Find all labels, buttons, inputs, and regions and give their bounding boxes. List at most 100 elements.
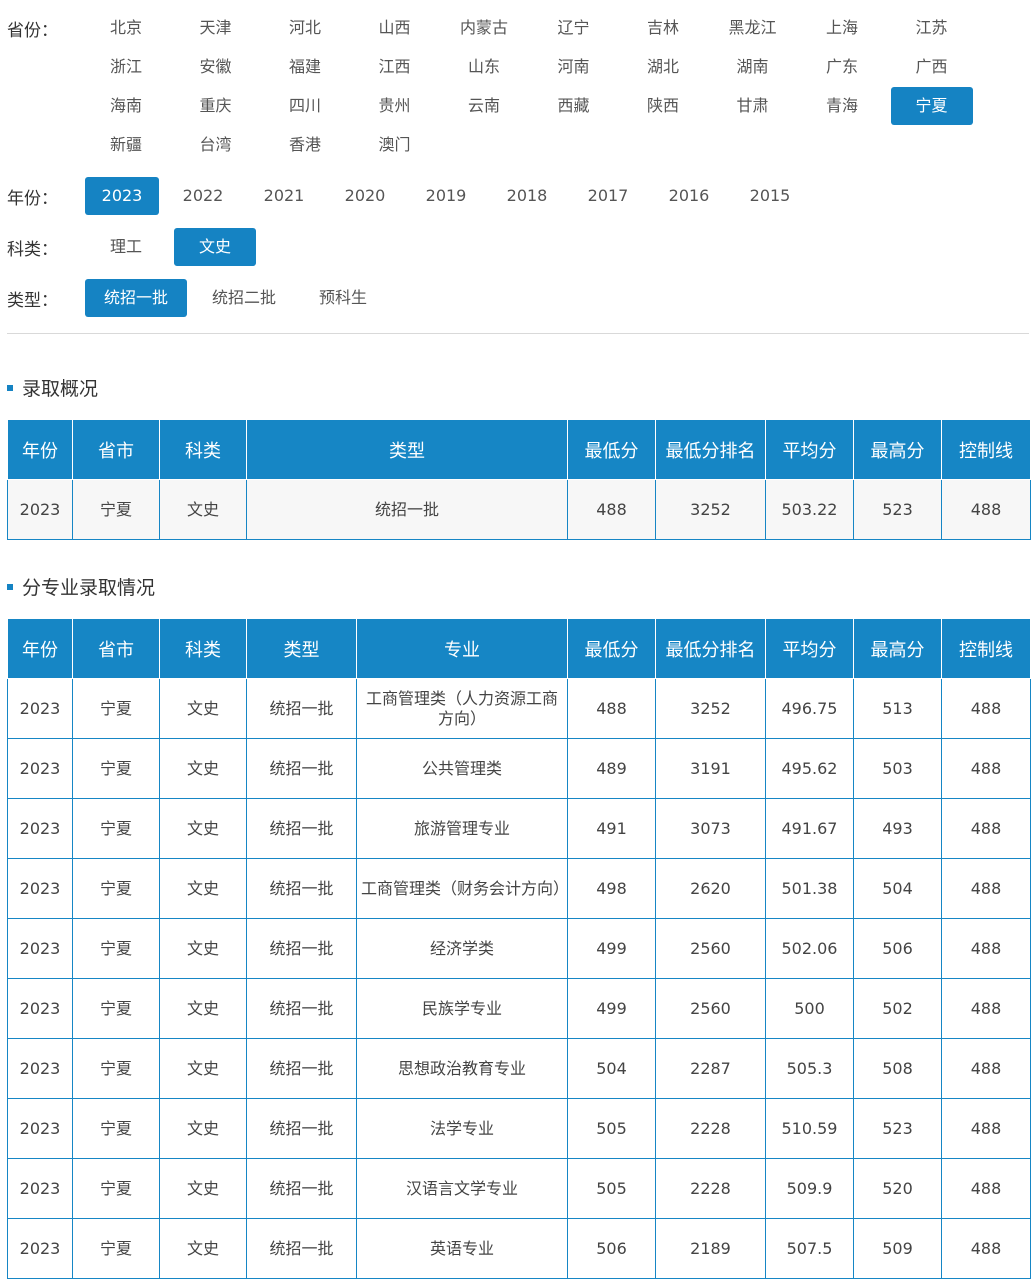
column-header: 年份 bbox=[7, 419, 73, 480]
province-option[interactable]: 西藏 bbox=[533, 87, 615, 125]
province-option[interactable]: 天津 bbox=[175, 9, 257, 47]
year-option[interactable]: 2016 bbox=[652, 177, 726, 215]
province-option[interactable]: 台湾 bbox=[175, 126, 257, 164]
column-header: 平均分 bbox=[765, 419, 854, 480]
summary-header-row: 年份 省市 科类 类型 最低分 最低分排名 平均分 最高分 控制线 bbox=[7, 419, 1031, 480]
batch-option[interactable]: 预科生 bbox=[297, 279, 389, 317]
province-option[interactable]: 湖南 bbox=[712, 48, 794, 86]
table-cell: 统招一批 bbox=[246, 479, 568, 540]
province-option[interactable]: 福建 bbox=[264, 48, 346, 86]
province-option[interactable]: 重庆 bbox=[175, 87, 257, 125]
year-option[interactable]: 2019 bbox=[409, 177, 483, 215]
column-header: 类型 bbox=[246, 419, 568, 480]
province-option[interactable]: 辽宁 bbox=[533, 9, 615, 47]
subject-option[interactable]: 文史 bbox=[174, 228, 256, 266]
province-option[interactable]: 贵州 bbox=[354, 87, 436, 125]
table-cell: 506 bbox=[853, 918, 942, 979]
province-option[interactable]: 海南 bbox=[85, 87, 167, 125]
column-header: 年份 bbox=[7, 618, 73, 679]
table-cell: 505 bbox=[567, 1098, 656, 1159]
province-option[interactable]: 黑龙江 bbox=[712, 9, 794, 47]
province-option[interactable]: 四川 bbox=[264, 87, 346, 125]
province-option[interactable]: 新疆 bbox=[85, 126, 167, 164]
table-cell: 498 bbox=[567, 858, 656, 919]
column-header: 省市 bbox=[72, 419, 160, 480]
table-cell: 宁夏 bbox=[72, 678, 160, 739]
bullet-square-icon bbox=[7, 384, 13, 391]
year-option[interactable]: 2020 bbox=[328, 177, 402, 215]
province-option[interactable]: 陕西 bbox=[622, 87, 704, 125]
table-cell: 488 bbox=[941, 798, 1031, 859]
province-option[interactable]: 吉林 bbox=[622, 9, 704, 47]
summary-section-title: 录取概况 bbox=[7, 374, 98, 401]
table-cell: 统招一批 bbox=[246, 1098, 357, 1159]
province-option[interactable]: 湖北 bbox=[622, 48, 704, 86]
province-option[interactable]: 广东 bbox=[801, 48, 883, 86]
year-option[interactable]: 2015 bbox=[733, 177, 807, 215]
column-header: 控制线 bbox=[941, 419, 1031, 480]
column-header: 专业 bbox=[356, 618, 568, 679]
province-option[interactable]: 宁夏 bbox=[890, 87, 973, 125]
table-cell: 2023 bbox=[7, 978, 73, 1039]
table-cell: 488 bbox=[941, 918, 1031, 979]
table-cell: 499 bbox=[567, 978, 656, 1039]
table-cell: 2023 bbox=[7, 1218, 73, 1279]
table-cell: 2023 bbox=[7, 1038, 73, 1099]
subject-option[interactable]: 理工 bbox=[85, 228, 167, 266]
table-cell: 民族学专业 bbox=[356, 978, 568, 1039]
province-option[interactable]: 江西 bbox=[354, 48, 436, 86]
table-row: 2023 宁夏 文史 统招一批 法学专业 505 2228 510.59 523 488 bbox=[7, 1098, 1031, 1159]
province-option[interactable]: 上海 bbox=[801, 9, 883, 47]
divider bbox=[7, 333, 1029, 334]
table-cell: 503.22 bbox=[765, 479, 854, 540]
table-cell: 502 bbox=[853, 978, 942, 1039]
table-row: 2023 宁夏 文史 统招一批 旅游管理专业 491 3073 491.67 493 488 bbox=[7, 798, 1031, 859]
province-option[interactable]: 浙江 bbox=[85, 48, 167, 86]
year-option[interactable]: 2023 bbox=[85, 177, 159, 215]
table-cell: 文史 bbox=[159, 1038, 247, 1099]
province-option[interactable]: 北京 bbox=[85, 9, 167, 47]
year-option[interactable]: 2021 bbox=[247, 177, 321, 215]
table-cell: 506 bbox=[567, 1218, 656, 1279]
detail-table: 年份 省市 科类 类型 专业 最低分 最低分排名 平均分 最高分 控制线 2023 宁夏 文史 统招一批… bbox=[7, 618, 1031, 1279]
table-row: 2023 宁夏 文史 统招一批 工商管理类（人力资源工商方向） 488 3252 496.75… bbox=[7, 678, 1031, 739]
summary-table: 年份 省市 科类 类型 最低分 最低分排名 平均分 最高分 控制线 2023 宁夏 文史 统招一批 48… bbox=[7, 419, 1031, 540]
province-option[interactable]: 甘肃 bbox=[712, 87, 794, 125]
province-option[interactable]: 云南 bbox=[443, 87, 525, 125]
province-option[interactable]: 香港 bbox=[264, 126, 346, 164]
province-option[interactable]: 山东 bbox=[443, 48, 525, 86]
table-row: 2023 宁夏 文史 统招一批 民族学专业 499 2560 500 502 488 bbox=[7, 978, 1031, 1039]
table-cell: 统招一批 bbox=[246, 918, 357, 979]
year-option[interactable]: 2017 bbox=[571, 177, 645, 215]
batch-option[interactable]: 统招一批 bbox=[85, 279, 187, 317]
table-cell: 2023 bbox=[7, 858, 73, 919]
table-cell: 493 bbox=[853, 798, 942, 859]
table-cell: 488 bbox=[567, 479, 656, 540]
table-cell: 文史 bbox=[159, 918, 247, 979]
table-cell: 2228 bbox=[655, 1158, 766, 1219]
year-option[interactable]: 2018 bbox=[490, 177, 564, 215]
province-option[interactable]: 河南 bbox=[533, 48, 615, 86]
table-cell: 488 bbox=[941, 1158, 1031, 1219]
table-cell: 统招一批 bbox=[246, 1218, 357, 1279]
table-row: 2023 宁夏 文史 统招一批 公共管理类 489 3191 495.62 503 488 bbox=[7, 738, 1031, 799]
table-cell: 2023 bbox=[7, 1098, 73, 1159]
province-option[interactable]: 青海 bbox=[801, 87, 883, 125]
column-header: 科类 bbox=[159, 618, 247, 679]
table-cell: 文史 bbox=[159, 798, 247, 859]
province-option[interactable]: 安徽 bbox=[175, 48, 257, 86]
table-cell: 宁夏 bbox=[72, 858, 160, 919]
province-option[interactable]: 澳门 bbox=[354, 126, 436, 164]
province-option[interactable]: 河北 bbox=[264, 9, 346, 47]
table-cell: 2023 bbox=[7, 798, 73, 859]
province-option[interactable]: 内蒙古 bbox=[443, 9, 525, 47]
province-option[interactable]: 山西 bbox=[354, 9, 436, 47]
province-option[interactable]: 江苏 bbox=[891, 9, 973, 47]
detail-header-row: 年份 省市 科类 类型 专业 最低分 最低分排名 平均分 最高分 控制线 bbox=[7, 618, 1031, 679]
province-option[interactable]: 广西 bbox=[891, 48, 973, 86]
year-option[interactable]: 2022 bbox=[166, 177, 240, 215]
table-cell: 宁夏 bbox=[72, 918, 160, 979]
table-cell: 宁夏 bbox=[72, 1218, 160, 1279]
batch-option[interactable]: 统招二批 bbox=[197, 279, 291, 317]
table-cell: 488 bbox=[941, 1038, 1031, 1099]
